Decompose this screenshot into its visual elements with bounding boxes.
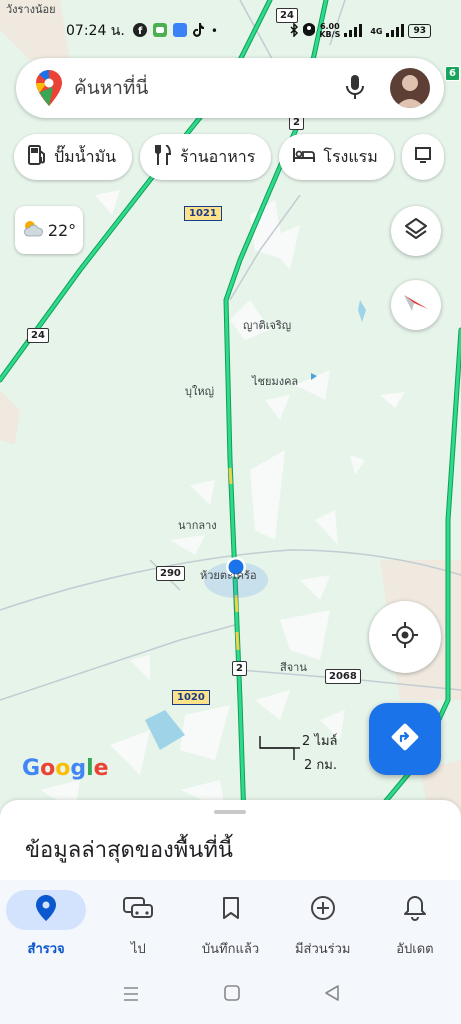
dot-icon: •: [210, 24, 218, 38]
nav-label: ไป: [130, 942, 146, 957]
shopping-icon: [414, 146, 432, 168]
home-icon[interactable]: [223, 983, 241, 1007]
gas-station-icon: [28, 145, 46, 169]
chip-more[interactable]: [401, 134, 444, 180]
notification-icons: f •: [132, 22, 218, 40]
weather-widget[interactable]: 22°: [15, 206, 83, 254]
hotel-icon: [293, 147, 316, 167]
nav-go[interactable]: ไป: [92, 880, 184, 966]
nav-icon-container: [283, 890, 363, 930]
directions-icon: [391, 723, 419, 755]
system-nav-bar: [0, 966, 461, 1024]
nav-contribute[interactable]: มีส่วนร่วม: [277, 880, 369, 966]
car-icon: [123, 896, 154, 924]
map-label-chai-mongkhon[interactable]: ไชยมงคล: [252, 372, 298, 390]
sheet-title: ข้อมูลล่าสุดของพื้นที่นี้: [25, 838, 233, 863]
avatar[interactable]: [390, 68, 430, 108]
map-label-yat-charoen[interactable]: ญาติเจริญ: [243, 316, 291, 334]
my-location-button[interactable]: [369, 601, 441, 673]
status-right: 6.00 KB/S 4G 93: [289, 21, 431, 40]
nav-label: สำรวจ: [27, 942, 65, 957]
chip-label: โรงแรม: [323, 146, 378, 166]
bottom-nav: สำรวจ ไป บันทึกแล้ว มีส่วนร่วม อัปเดต: [0, 880, 461, 966]
bookmark-icon: [222, 896, 240, 924]
svg-text:f: f: [138, 26, 143, 37]
layers-button[interactable]: [391, 206, 441, 256]
nav-icon-container: [375, 890, 455, 930]
route-shield-2068: 2068: [325, 669, 361, 684]
status-bar: 07:24 น. f • 6.00 KB/S 4G 93: [66, 18, 431, 44]
route-shield-6: 6: [445, 66, 460, 81]
compass-icon: [402, 293, 430, 317]
nav-saved[interactable]: บันทึกแล้ว: [184, 880, 276, 966]
signal-icon: [344, 23, 366, 40]
scale-km: 2 กม.: [304, 758, 337, 773]
signal-icon-2: [386, 23, 405, 40]
restaurant-icon: [154, 144, 172, 169]
route-shield-2-mid: 2: [232, 661, 247, 676]
route-shield-24-left: 24: [27, 328, 49, 343]
map-label-bu-yai[interactable]: บุใหญ่: [185, 382, 214, 400]
route-shield-1020: 1020: [172, 690, 210, 705]
bluetooth-icon: [289, 21, 299, 40]
microphone-icon[interactable]: [346, 75, 364, 101]
directions-button[interactable]: [369, 703, 441, 775]
map-canvas: [0, 0, 461, 820]
chip-hotel[interactable]: โรงแรม: [279, 134, 394, 180]
explore-pin-icon: [36, 895, 57, 925]
compass-button[interactable]: [391, 280, 441, 330]
nav-label: บันทึกแล้ว: [201, 942, 260, 957]
category-chips: ปั๊มน้ำมัน ร้านอาหาร โรงแรม: [14, 134, 444, 180]
chip-label: ปั๊มน้ำมัน: [54, 146, 117, 166]
weather-temp: 22°: [47, 220, 77, 240]
nav-icon-container: [6, 890, 87, 930]
recent-apps-icon[interactable]: [122, 983, 140, 1007]
bell-icon: [403, 895, 426, 925]
scale-miles: 2 ไมล์: [302, 734, 338, 749]
google-logo-text: Google: [22, 756, 109, 781]
google-logo: Google: [22, 756, 109, 781]
facebook-icon: f: [132, 22, 147, 40]
network-type: 4G: [370, 26, 383, 36]
map-label-wang-rang-noi[interactable]: วังรางน้อย: [6, 0, 56, 18]
layers-icon: [404, 217, 428, 245]
google-maps-pin-icon: [36, 70, 62, 106]
nav-label: มีส่วนร่วม: [294, 942, 351, 957]
add-circle-icon: [310, 895, 336, 925]
map-scale: 2 ไมล์ 2 กม.: [258, 730, 340, 773]
nav-icon-container: [191, 890, 271, 930]
network-speed: 6.00 KB/S: [319, 23, 340, 39]
location-icon: [302, 22, 316, 40]
nav-updates[interactable]: อัปเดต: [369, 880, 461, 966]
back-icon[interactable]: [324, 983, 340, 1007]
chip-label: ร้านอาหาร: [180, 146, 256, 166]
nav-icon-container: [98, 890, 178, 930]
route-shield-290: 290: [156, 566, 185, 581]
route-shield-1021: 1021: [184, 206, 222, 221]
search-input[interactable]: ค้นหาที่นี่: [74, 73, 346, 103]
my-location-icon: [391, 621, 419, 653]
partly-cloudy-icon: [22, 219, 44, 241]
nav-explore[interactable]: สำรวจ: [0, 880, 92, 966]
status-time: 07:24 น.: [66, 23, 125, 39]
speed-unit: KB/S: [319, 30, 341, 39]
line-icon: [152, 22, 167, 40]
bottom-sheet[interactable]: ข้อมูลล่าสุดของพื้นที่นี้: [0, 800, 461, 880]
map-label-si-chan[interactable]: สีจาน: [280, 658, 307, 676]
map-view[interactable]: วังรางน้อย ญาติเจริญ บุใหญ่ ไชยมงคล นากล…: [0, 0, 461, 820]
tiktok-icon: [192, 22, 205, 40]
battery-indicator: 93: [408, 24, 431, 38]
search-bar[interactable]: ค้นหาที่นี่: [16, 58, 444, 118]
sheet-drag-handle[interactable]: [214, 810, 246, 814]
chip-restaurant[interactable]: ร้านอาหาร: [140, 134, 272, 180]
app-icon: [172, 22, 187, 40]
map-label-current-place[interactable]: ห้วยตะเคร้อ: [200, 566, 257, 584]
chip-gas-station[interactable]: ปั๊มน้ำมัน: [14, 134, 133, 180]
nav-label: อัปเดต: [396, 942, 434, 957]
map-label-nak-klang[interactable]: นากลาง: [178, 516, 217, 534]
